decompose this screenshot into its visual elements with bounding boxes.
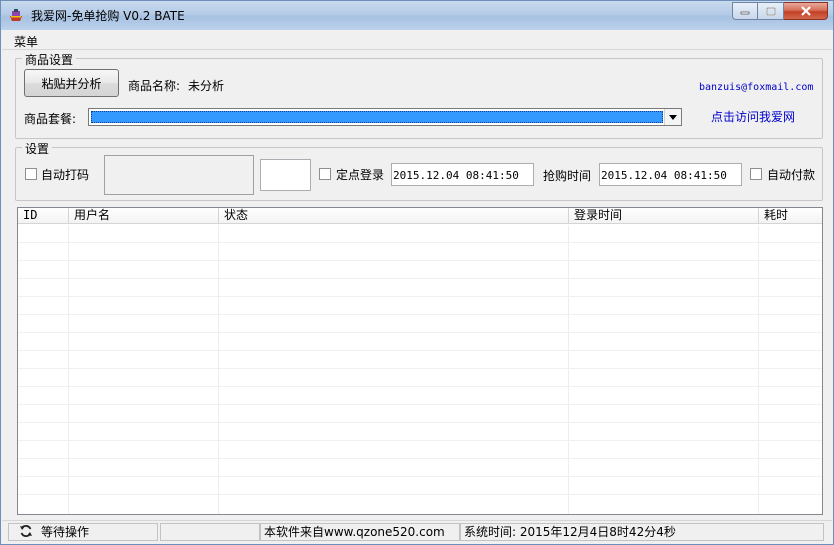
package-dropdown-button[interactable] [664,109,681,125]
product-name-value: 未分析 [188,79,225,93]
table-body[interactable] [18,225,822,514]
auto-captcha-label[interactable]: 自动打码 [41,166,89,183]
login-datetime-picker[interactable]: 2015.12.04 08:41:50 [391,163,534,186]
grid-line [18,332,822,333]
auto-pay-label[interactable]: 自动付款 [767,166,815,183]
grid-line [18,296,822,297]
grid-line [568,225,569,514]
grid-line [18,386,822,387]
status-text: 等待操作 [41,525,90,539]
paste-analyze-label: 粘贴并分析 [41,76,102,91]
auto-pay-checkbox[interactable] [750,168,762,180]
chevron-down-icon [669,114,677,120]
window-controls [732,2,828,21]
app-icon [10,9,22,21]
grid-line [18,422,822,423]
product-settings-group: 商品设置 [15,51,823,139]
system-time-pane: 系统时间: 2015年12月4日8时42分4秒 [460,523,824,541]
system-time-text: 系统时间: 2015年12月4日8时42分4秒 [464,525,676,539]
grid-line [18,458,822,459]
maximize-button[interactable] [758,2,784,20]
close-icon [800,6,811,16]
timed-login-label[interactable]: 定点登录 [336,166,384,183]
timed-login-checkbox[interactable] [319,168,331,180]
status-pane-empty [160,523,260,541]
grid-line [758,225,759,514]
purchase-datetime-picker[interactable]: 2015.12.04 08:41:50 [599,163,742,186]
status-pane: 等待操作 [8,523,158,541]
settings-label: 设置 [22,140,53,157]
title-bar[interactable]: 我爱网-免单抢购 V0.2 BATE [1,1,833,30]
software-source-text: 本软件来自www.qzone520.com [264,525,445,539]
column-header-id[interactable]: ID [18,208,69,224]
package-select[interactable] [88,108,682,126]
captcha-image-panel [104,155,254,195]
maximize-icon [765,6,776,16]
product-settings-label: 商品设置 [22,51,77,68]
grid-line [18,494,822,495]
product-name-label: 商品名称: [128,79,181,93]
refresh-icon [20,525,32,537]
purchase-time-label: 抢购时间 [543,169,592,183]
minimize-button[interactable] [732,2,758,20]
contact-email: banzuis@foxmail.com [699,82,814,93]
software-source-pane: 本软件来自www.qzone520.com [260,523,460,541]
grid-line [18,242,822,243]
grid-line [18,260,822,261]
menu-main[interactable]: 菜单 [14,33,38,50]
grid-line [18,278,822,279]
column-header-elapsed[interactable]: 耗时 [759,208,822,224]
window-title: 我爱网-免单抢购 V0.2 BATE [31,9,185,23]
grid-line [18,314,822,315]
accounts-table[interactable]: ID 用户名 状态 登录时间 耗时 [17,207,823,515]
package-label: 商品套餐: [24,112,77,126]
grid-line [18,350,822,351]
status-bar: 等待操作 本软件来自www.qzone520.com 系统时间: 2015年12… [2,520,832,542]
grid-line [18,476,822,477]
column-header-login-time[interactable]: 登录时间 [569,208,759,224]
table-header: ID 用户名 状态 登录时间 耗时 [18,208,822,224]
package-selected-value [91,111,663,123]
menu-bar: 菜单 [2,30,832,50]
close-button[interactable] [784,2,828,20]
captcha-input[interactable] [260,159,311,191]
paste-analyze-button[interactable]: 粘贴并分析 [24,69,119,97]
app-window: 我爱网-免单抢购 V0.2 BATE 菜单 商品设置 粘贴并分析 商品名称: 未… [0,0,834,545]
column-header-status[interactable]: 状态 [219,208,569,224]
column-header-username[interactable]: 用户名 [69,208,219,224]
minimize-icon [740,11,750,15]
grid-line [18,404,822,405]
grid-line [18,440,822,441]
grid-line [18,368,822,369]
auto-captcha-checkbox[interactable] [25,168,37,180]
grid-line [68,225,69,514]
visit-site-link[interactable]: 点击访问我爱网 [711,108,795,125]
grid-line [218,225,219,514]
